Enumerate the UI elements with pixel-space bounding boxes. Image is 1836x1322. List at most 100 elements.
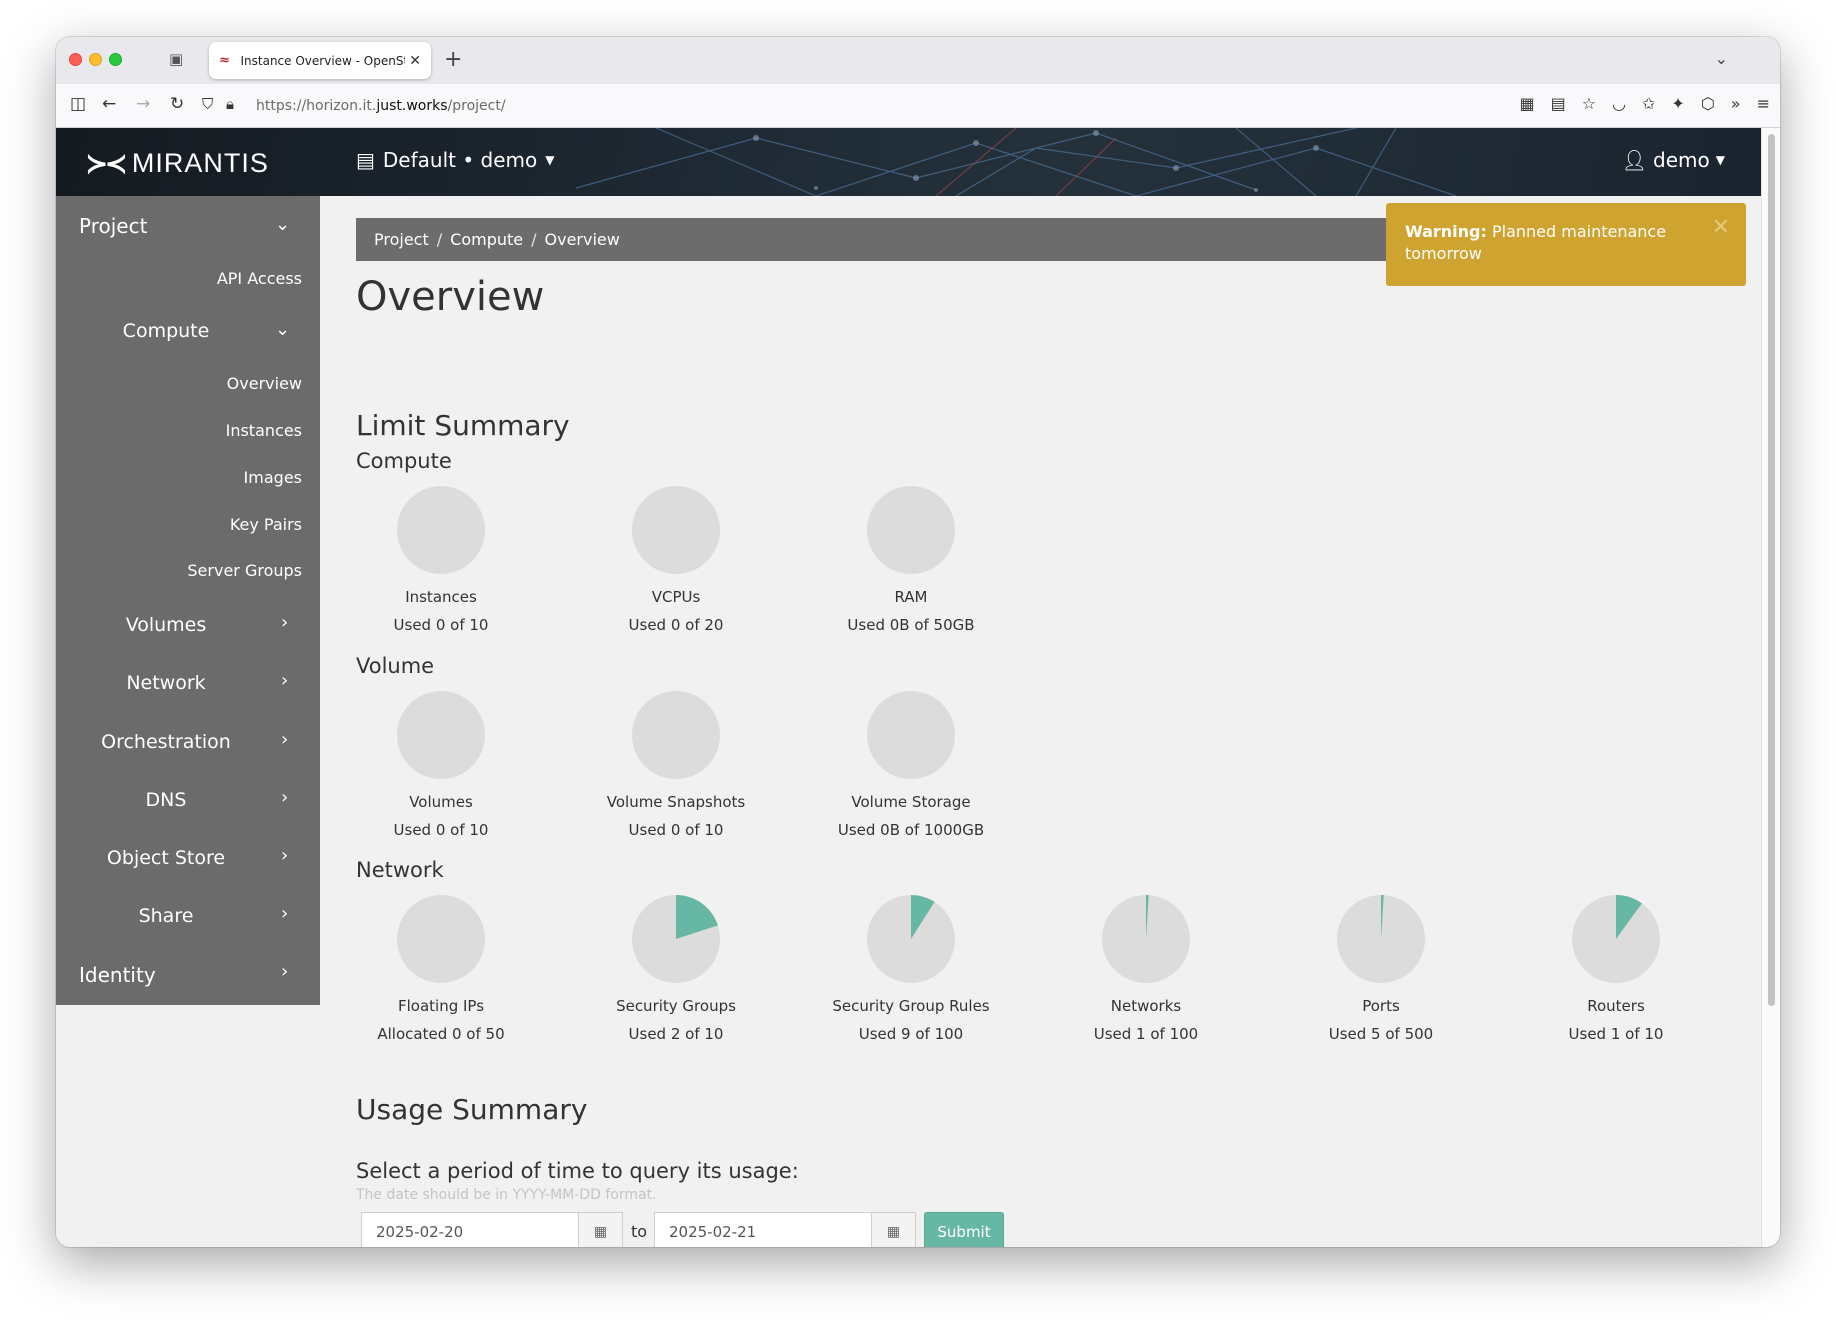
pie-chart-security-groups: Security Groups Used 2 of 10: [576, 893, 776, 1043]
date-format-hint: The date should be in YYYY-MM-DD format.: [356, 1187, 657, 1203]
pie-used-text: Used 0 of 10: [628, 821, 724, 839]
address-bar[interactable]: ⛉ 🔒︎ https://horizon.it.just.works/proje…: [202, 90, 1538, 122]
sidebar-item-server-groups[interactable]: Server Groups: [56, 561, 302, 580]
pie-svg: [632, 486, 720, 574]
sidebar-item-dns[interactable]: DNS: [56, 789, 276, 811]
breadcrumb-separator: /: [531, 230, 537, 249]
pie-used-text: Used 9 of 100: [858, 1025, 964, 1043]
menu-hamburger-icon[interactable]: ≡: [1757, 94, 1770, 113]
overflow-chevron-icon[interactable]: »: [1731, 94, 1741, 113]
sidebar-item-identity[interactable]: Identity: [79, 963, 156, 987]
tab-overview-icon[interactable]: ▣: [169, 50, 187, 68]
alert-strong: Warning:: [1405, 222, 1487, 241]
chevron-down-icon[interactable]: ⌄: [275, 214, 290, 235]
header-network-decoration: [575, 128, 1457, 196]
breadcrumb-compute[interactable]: Compute: [450, 230, 523, 249]
bookmark-star-icon[interactable]: ☆: [1582, 94, 1596, 113]
zoom-window-button[interactable]: [109, 53, 122, 66]
pie-svg: [397, 691, 485, 779]
breadcrumb-overview: Overview: [544, 230, 620, 249]
pie-used-text: Used 2 of 10: [628, 1025, 724, 1043]
sidebar-nav: Project ⌄ API Access Compute ⌄ Overview …: [56, 196, 320, 1005]
minimize-window-button[interactable]: [89, 53, 102, 66]
pie-label: Volume Snapshots: [606, 793, 746, 811]
mask-icon[interactable]: ✦: [1671, 94, 1684, 113]
project-picker-dropdown[interactable]: ▤ Default • demo ▼: [356, 148, 554, 172]
new-tab-icon[interactable]: +: [444, 47, 462, 72]
user-icon: 👤︎: [1621, 148, 1648, 172]
sidebar-item-network[interactable]: Network: [56, 672, 276, 694]
sidebar-item-api-access[interactable]: API Access: [56, 269, 302, 288]
extensions-puzzle-icon[interactable]: ⬡: [1701, 94, 1715, 113]
pie-used-text: Used 0 of 10: [393, 821, 489, 839]
sidebar-toggle-icon[interactable]: ◫: [70, 94, 86, 114]
pie-svg: [632, 895, 720, 983]
browser-tab-active[interactable]: ≈ Instance Overview - OpenStack ✕: [209, 42, 431, 79]
pie-background: [867, 486, 955, 574]
lock-icon[interactable]: 🔒︎: [226, 95, 234, 113]
browser-window: ▣ ≈ Instance Overview - OpenStack ✕ + ⌄ …: [56, 37, 1780, 1247]
sidebar-item-orchestration[interactable]: Orchestration: [56, 731, 276, 753]
sidebar-item-key-pairs[interactable]: Key Pairs: [56, 515, 302, 534]
back-arrow-icon[interactable]: ←: [102, 94, 116, 114]
navigation-toolbar: ◫ ← → ↻ ⛉ 🔒︎ https://horizon.it.just.wor…: [56, 84, 1780, 128]
scrollbar-thumb[interactable]: [1768, 134, 1775, 1006]
submit-button[interactable]: Submit: [924, 1212, 1004, 1247]
pie-svg: [867, 691, 955, 779]
breadcrumb-project[interactable]: Project: [374, 230, 429, 249]
chevron-right-icon[interactable]: ›: [281, 729, 288, 750]
chevron-right-icon[interactable]: ›: [281, 845, 288, 866]
chevron-right-icon[interactable]: ›: [281, 612, 288, 633]
shield-icon[interactable]: ⛉: [202, 95, 213, 113]
extension-star-icon[interactable]: ✩: [1642, 94, 1655, 113]
qr-code-icon[interactable]: ▦: [1519, 94, 1534, 113]
pie-background: [397, 486, 485, 574]
pie-chart-ram: RAM Used 0B of 50GB: [811, 484, 1011, 634]
pie-chart-volume-storage: Volume Storage Used 0B of 1000GB: [811, 689, 1011, 839]
chevron-right-icon[interactable]: ›: [281, 903, 288, 924]
pie-label: Security Group Rules: [832, 997, 990, 1015]
pie-used-text: Used 0 of 10: [393, 616, 489, 634]
page-title: Overview: [356, 274, 545, 320]
tab-close-icon[interactable]: ✕: [409, 53, 421, 69]
reader-view-icon[interactable]: ▤: [1551, 94, 1566, 113]
chevron-right-icon[interactable]: ›: [281, 670, 288, 691]
calendar-icon[interactable]: ▦: [872, 1212, 916, 1247]
usage-summary-heading: Usage Summary: [356, 1093, 588, 1126]
limit-summary-heading: Limit Summary: [356, 409, 570, 442]
chevron-right-icon[interactable]: ›: [281, 961, 288, 982]
pie-chart-vcpus: VCPUs Used 0 of 20: [576, 484, 776, 634]
pie-label: Ports: [1362, 997, 1400, 1015]
reload-icon[interactable]: ↻: [170, 94, 184, 114]
sidebar-item-volumes[interactable]: Volumes: [56, 614, 276, 636]
tab-title: Instance Overview - OpenStack: [240, 53, 406, 68]
user-menu-dropdown[interactable]: 👤︎ demo ▼: [1622, 148, 1725, 172]
start-date-input[interactable]: 2025-02-20: [361, 1212, 579, 1247]
to-label: to: [631, 1222, 648, 1241]
forward-arrow-icon[interactable]: →: [136, 94, 150, 114]
pie-label: RAM: [894, 588, 928, 606]
sidebar-item-images[interactable]: Images: [56, 468, 302, 487]
pie-used-text: Used 5 of 500: [1328, 1025, 1434, 1043]
sidebar-item-project[interactable]: Project: [79, 214, 147, 238]
sidebar-item-compute[interactable]: Compute: [56, 320, 276, 342]
compute-section-heading: Compute: [356, 449, 452, 473]
network-section-heading: Network: [356, 858, 444, 882]
sidebar-item-object-store[interactable]: Object Store: [56, 847, 276, 869]
pie-svg: [397, 486, 485, 574]
end-date-input[interactable]: 2025-02-21: [654, 1212, 872, 1247]
volume-section-heading: Volume: [356, 654, 435, 678]
calendar-icon[interactable]: ▦: [579, 1212, 623, 1247]
sidebar-item-share[interactable]: Share: [56, 905, 276, 927]
list-tabs-chevron-icon[interactable]: ⌄: [1715, 49, 1728, 68]
sidebar-item-instances[interactable]: Instances: [56, 421, 302, 440]
breadcrumb-separator: /: [436, 230, 443, 249]
page-scrollbar[interactable]: [1761, 128, 1780, 1247]
mirantis-logo[interactable]: ≻≺ MIRANTIS: [85, 147, 269, 180]
close-icon[interactable]: ✕: [1712, 217, 1730, 239]
pocket-icon[interactable]: ◡: [1612, 94, 1626, 113]
sidebar-item-overview[interactable]: Overview: [56, 374, 302, 393]
chevron-right-icon[interactable]: ›: [281, 787, 288, 808]
chevron-down-icon[interactable]: ⌄: [275, 319, 290, 340]
close-window-button[interactable]: [69, 53, 82, 66]
